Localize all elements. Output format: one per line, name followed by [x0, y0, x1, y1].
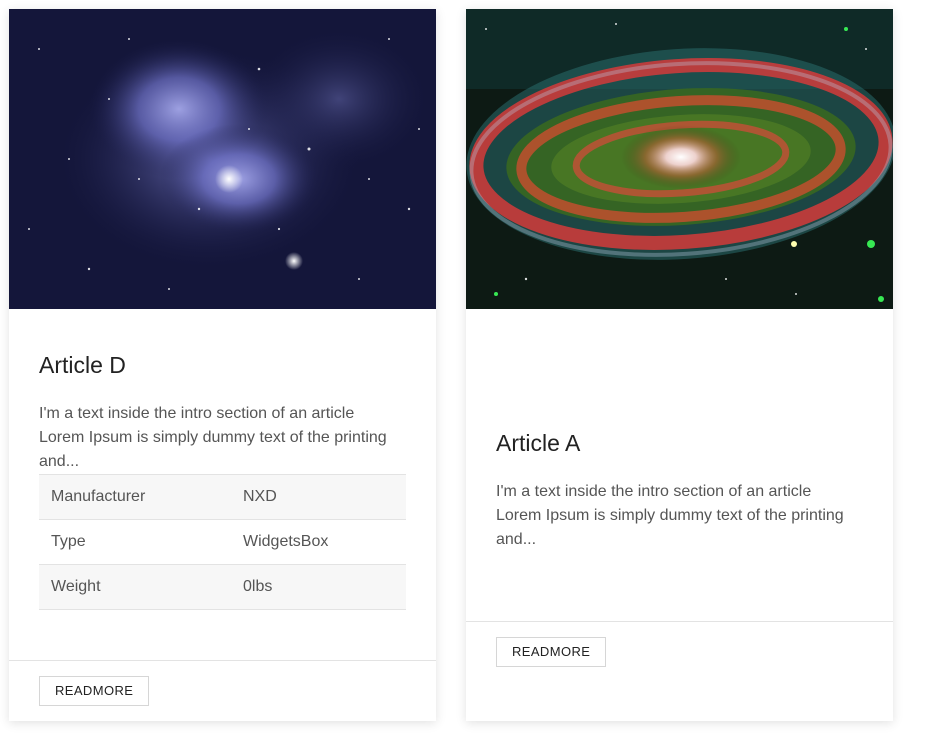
card-footer-divider [9, 660, 436, 661]
article-a-image[interactable] [466, 9, 893, 309]
article-title: Article A [496, 430, 581, 456]
article-title: Article D [39, 352, 126, 378]
table-row: Manufacturer NXD [39, 474, 406, 520]
spec-value: 0lbs [243, 578, 273, 595]
spec-value: NXD [243, 488, 277, 505]
readmore-button[interactable]: READMORE [496, 637, 607, 667]
spec-label: Manufacturer [51, 488, 146, 505]
article-d-image[interactable] [9, 9, 436, 309]
table-row: Weight 0lbs [39, 564, 406, 610]
card-footer-divider [466, 621, 893, 622]
article-card-a: Article A I'm a text inside the intro se… [466, 9, 893, 721]
spec-value: WidgetsBox [243, 533, 329, 550]
specs-table: Manufacturer NXD Type WidgetsBox Weight … [39, 474, 406, 610]
spec-label: Type [51, 533, 86, 550]
article-intro: I'm a text inside the intro section of a… [496, 483, 844, 548]
article-intro: I'm a text inside the intro section of a… [39, 405, 387, 470]
spec-label: Weight [51, 578, 101, 595]
table-row: Type WidgetsBox [39, 519, 406, 565]
readmore-button[interactable]: READMORE [39, 676, 150, 706]
article-card-d: Article D I'm a text inside the intro se… [9, 9, 436, 721]
